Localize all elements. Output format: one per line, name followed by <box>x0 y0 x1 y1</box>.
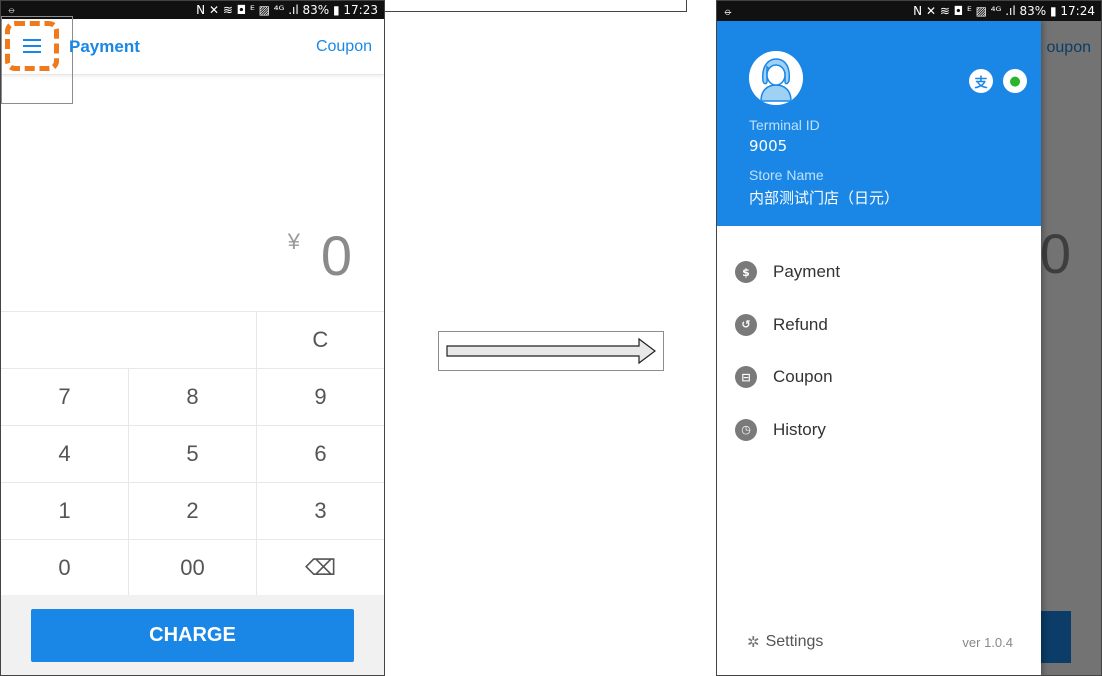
app-bar: Payment Coupon <box>1 16 384 104</box>
version-label: ver 1.0.4 <box>962 634 1013 650</box>
menu-item-label: History <box>773 419 826 439</box>
keypad-row: 0 00 ⌫ <box>1 539 384 596</box>
key-0[interactable]: 0 <box>1 540 129 596</box>
drawer-screen: ⦵ N ✕ ≋ ◘ ᴱ ▨ ⁴ᴳ .ıl 83% ▮ 17:24 oupon 0 <box>716 0 1102 676</box>
key-9[interactable]: 9 <box>257 369 384 425</box>
currency-symbol: ¥ <box>287 229 300 254</box>
key-3[interactable]: 3 <box>257 483 384 539</box>
keypad-row: 7 8 9 <box>1 368 384 425</box>
navigation-drawer: 支 ● Terminal ID 9005 Store Name 内部测试门店（日… <box>717 21 1041 675</box>
settings-label: Settings <box>765 633 824 650</box>
wechat-icon: ● <box>1003 69 1027 93</box>
alipay-icon: 支 <box>969 69 993 93</box>
menu-button[interactable] <box>5 21 59 71</box>
status-left: ⦵ <box>7 3 17 16</box>
payment-methods: 支 ● <box>969 69 1027 93</box>
coupon-icon: ⊟ <box>735 366 757 389</box>
refund-icon: ↺ <box>735 313 757 336</box>
avatar <box>749 51 803 105</box>
status-right: N ✕ ≋ ◘ ᴱ ▨ ⁴ᴳ .ıl 83% ▮ 17:24 <box>913 4 1095 18</box>
clear-key[interactable]: C <box>257 312 384 368</box>
status-left: ⦵ <box>723 3 734 18</box>
store-name-value: 内部测试门店（日元） <box>749 189 900 207</box>
menu-item-label: Refund <box>773 314 828 334</box>
drawer-footer: ✲ Settings ver 1.0.4 <box>717 633 1041 651</box>
key-5[interactable]: 5 <box>129 426 257 482</box>
coupon-link[interactable]: Coupon <box>316 38 372 56</box>
settings-button[interactable]: ✲ Settings <box>747 633 823 651</box>
page-title: Payment <box>69 36 140 56</box>
backspace-icon[interactable]: ⌫ <box>257 540 384 596</box>
key-00[interactable]: 00 <box>129 540 257 596</box>
key-1[interactable]: 1 <box>1 483 129 539</box>
user-avatar-icon <box>749 51 803 105</box>
charge-area: CHARGE <box>1 595 384 675</box>
keypad: C 7 8 9 4 5 6 1 2 3 0 00 ⌫ <box>1 311 384 596</box>
amount-display: ¥ 0 <box>1 75 384 311</box>
dollar-icon: $ <box>735 261 757 284</box>
key-8[interactable]: 8 <box>129 369 257 425</box>
hamburger-icon <box>23 39 41 53</box>
terminal-id-label: Terminal ID <box>749 117 820 133</box>
key-4[interactable]: 4 <box>1 426 129 482</box>
gear-icon: ✲ <box>747 634 760 651</box>
canvas: ⦵ N ✕ ≋ ◘ ᴱ ▨ ⁴ᴳ .ıl 83% ▮ 17:23 Payment… <box>0 0 1102 676</box>
menu-item-label: Coupon <box>773 367 833 387</box>
key-6[interactable]: 6 <box>257 426 384 482</box>
status-bar: ⦵ N ✕ ≋ ◘ ᴱ ▨ ⁴ᴳ .ıl 83% ▮ 17:24 <box>717 1 1101 21</box>
key-7[interactable]: 7 <box>1 369 129 425</box>
right-arrow-icon <box>446 337 656 365</box>
status-bar: ⦵ N ✕ ≋ ◘ ᴱ ▨ ⁴ᴳ .ıl 83% ▮ 17:23 <box>1 1 384 19</box>
charge-button[interactable]: CHARGE <box>31 609 354 662</box>
payment-screen: ⦵ N ✕ ≋ ◘ ᴱ ▨ ⁴ᴳ .ıl 83% ▮ 17:23 Payment… <box>0 0 385 676</box>
menu-item-history[interactable]: ◷ History <box>717 404 1041 457</box>
menu-item-label: Payment <box>773 262 841 282</box>
menu-item-payment[interactable]: $ Payment <box>717 246 1041 299</box>
keypad-row: 1 2 3 <box>1 482 384 539</box>
status-right: N ✕ ≋ ◘ ᴱ ▨ ⁴ᴳ .ıl 83% ▮ 17:23 <box>196 3 378 17</box>
menu-item-refund[interactable]: ↺ Refund <box>717 299 1041 352</box>
menu-item-coupon[interactable]: ⊟ Coupon <box>717 351 1041 404</box>
store-name-label: Store Name <box>749 167 824 183</box>
drawer-menu: $ Payment ↺ Refund ⊟ Coupon ◷ History <box>717 246 1041 456</box>
terminal-id-value: 9005 <box>749 137 788 155</box>
amount-value: 0 <box>320 224 352 287</box>
callout-connector <box>385 0 687 12</box>
keypad-row: C <box>1 311 384 368</box>
history-icon: ◷ <box>735 418 757 441</box>
key-2[interactable]: 2 <box>129 483 257 539</box>
keypad-row: 4 5 6 <box>1 425 384 482</box>
drawer-header: 支 ● Terminal ID 9005 Store Name 内部测试门店（日… <box>717 21 1041 226</box>
keypad-blank <box>1 312 257 368</box>
transition-arrow <box>438 331 664 371</box>
